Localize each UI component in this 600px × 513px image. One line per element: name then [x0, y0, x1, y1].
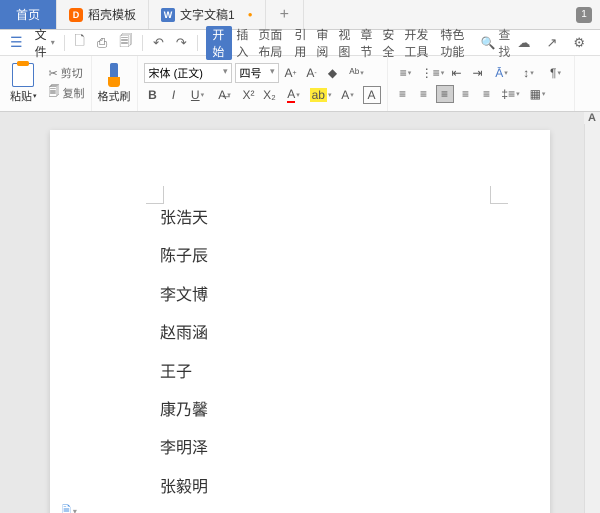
- text-line[interactable]: 赵雨涵: [160, 315, 550, 353]
- ribbon-tab-review[interactable]: 审阅: [312, 26, 334, 60]
- highlight-button[interactable]: ab: [309, 86, 333, 104]
- redo-icon[interactable]: ↷: [171, 35, 192, 51]
- clear-format-button[interactable]: ◆: [324, 64, 342, 82]
- file-menu[interactable]: 文件▾: [31, 26, 59, 60]
- superscript-button[interactable]: X²: [240, 86, 258, 104]
- ribbon-tab-layout[interactable]: 页面布局: [254, 26, 290, 60]
- hamburger-icon[interactable]: ☰: [4, 34, 29, 51]
- print-icon[interactable]: ⎙: [92, 35, 112, 51]
- tab-template[interactable]: D 稻壳模板: [57, 0, 149, 29]
- text-line[interactable]: 王子: [160, 354, 550, 392]
- align-left-button[interactable]: ≡: [394, 85, 412, 103]
- indent-right-button[interactable]: ⇥: [469, 64, 487, 82]
- brush-icon: [104, 63, 124, 87]
- ribbon-tab-security[interactable]: 安全: [378, 26, 400, 60]
- tab-right: 1: [568, 0, 600, 29]
- bold-button[interactable]: B: [144, 86, 162, 104]
- ribbon-tab-reference[interactable]: 引用: [290, 26, 312, 60]
- shading-button[interactable]: ▦: [526, 85, 550, 103]
- subscript-button[interactable]: X₂: [261, 86, 279, 104]
- page[interactable]: 张浩天 陈子辰 李文博 赵雨涵 王子 康乃馨 李明泽 张毅明: [50, 130, 550, 513]
- bullets-button[interactable]: ≡: [394, 64, 418, 82]
- modified-dot-icon: ●: [248, 10, 253, 19]
- text-line[interactable]: 李文博: [160, 277, 550, 315]
- paste-icon: [12, 63, 34, 87]
- font-group: A+ A- ◆ ᴬᵇ B I U A̶ X² X₂ A ab A A: [138, 56, 388, 111]
- window-badge[interactable]: 1: [576, 7, 592, 23]
- preview-icon[interactable]: 🗐: [114, 32, 137, 54]
- copy-icon: 🗐: [49, 83, 60, 102]
- ribbon-toolbar: 粘贴▾ ✂剪切 🗐复制 格式刷 A+ A- ◆ ᴬᵇ B I U A̶ X²: [0, 56, 600, 112]
- side-panel-strip: [584, 112, 600, 513]
- ribbon-tab-start[interactable]: 开始: [206, 26, 232, 60]
- margin-corner-tl: [146, 186, 164, 204]
- ribbon-tab-devtools[interactable]: 开发工具: [400, 26, 436, 60]
- template-icon: D: [69, 8, 83, 22]
- settings-icon[interactable]: ⚙: [568, 35, 590, 51]
- ribbon-tabs: 开始 插入 页面布局 引用 审阅 视图 章节 安全 开发工具 特色功能: [206, 26, 472, 60]
- text-line[interactable]: 李明泽: [160, 430, 550, 468]
- change-case-button[interactable]: ᴬᵇ: [345, 64, 369, 82]
- align-justify-button[interactable]: ≡: [457, 85, 475, 103]
- underline-button[interactable]: U: [186, 86, 210, 104]
- strike-button[interactable]: A̶: [213, 86, 237, 104]
- doc-icon: W: [161, 8, 175, 22]
- text-line[interactable]: 陈子辰: [160, 238, 550, 276]
- brush-group: 格式刷: [92, 56, 138, 111]
- font-size-select[interactable]: [235, 63, 279, 83]
- ribbon-tab-view[interactable]: 视图: [334, 26, 356, 60]
- align-center-button[interactable]: ≡: [415, 85, 433, 103]
- italic-button[interactable]: I: [165, 86, 183, 104]
- shrink-font-button[interactable]: A-: [303, 64, 321, 82]
- side-label[interactable]: A: [584, 112, 600, 124]
- text-line[interactable]: 张毅明: [160, 469, 550, 507]
- search-icon: 🔍: [480, 36, 495, 50]
- align-distribute-button[interactable]: ≡: [478, 85, 496, 103]
- share-icon[interactable]: ↗: [541, 35, 562, 51]
- line-spacing-button[interactable]: ‡≡: [499, 85, 523, 103]
- grow-font-button[interactable]: A+: [282, 64, 300, 82]
- cloud-icon[interactable]: ☁: [512, 35, 535, 51]
- sort-button[interactable]: ↕: [517, 64, 541, 82]
- page-marker-icon: 🗎: [62, 502, 71, 513]
- text-effects-button[interactable]: Ā: [490, 64, 514, 82]
- char-shading-button[interactable]: A: [336, 86, 360, 104]
- copy-button[interactable]: 🗐复制: [49, 83, 85, 102]
- menu-bar: ☰ 文件▾ 🗋 ⎙ 🗐 ↶ ↷ 开始 插入 页面布局 引用 审阅 视图 章节 安…: [0, 30, 600, 56]
- ribbon-tab-section[interactable]: 章节: [356, 26, 378, 60]
- save-icon[interactable]: 🗋: [69, 32, 89, 54]
- search-button[interactable]: 🔍 查找: [480, 26, 510, 60]
- paragraph-group: ≡ ⋮≡ ⇤ ⇥ Ā ↕ ¶ ≡ ≡ ≡ ≡ ≡ ‡≡ ▦: [388, 56, 575, 111]
- cut-icon: ✂: [49, 67, 58, 80]
- document-area: 张浩天 陈子辰 李文博 赵雨涵 王子 康乃馨 李明泽 张毅明 🗎▾: [0, 112, 600, 513]
- font-name-select[interactable]: [144, 63, 232, 83]
- char-border-button[interactable]: A: [363, 86, 381, 104]
- undo-icon[interactable]: ↶: [148, 35, 169, 51]
- text-line[interactable]: 康乃馨: [160, 392, 550, 430]
- font-color-button[interactable]: A: [282, 86, 306, 104]
- doc-marker[interactable]: 🗎▾: [62, 502, 77, 513]
- align-right-button[interactable]: ≡: [436, 85, 454, 103]
- line-spacing-option-button[interactable]: ¶: [544, 64, 568, 82]
- ribbon-tab-features[interactable]: 特色功能: [436, 26, 472, 60]
- ribbon-tab-insert[interactable]: 插入: [232, 26, 254, 60]
- numbering-button[interactable]: ⋮≡: [421, 64, 445, 82]
- clipboard-group: 粘贴▾ ✂剪切 🗐复制: [0, 56, 92, 111]
- text-line[interactable]: 张浩天: [160, 200, 550, 238]
- indent-left-button[interactable]: ⇤: [448, 64, 466, 82]
- paste-button[interactable]: 粘贴▾: [6, 63, 41, 104]
- format-brush-button[interactable]: 格式刷: [98, 63, 131, 104]
- margin-corner-tr: [490, 186, 508, 204]
- cut-button[interactable]: ✂剪切: [49, 65, 85, 81]
